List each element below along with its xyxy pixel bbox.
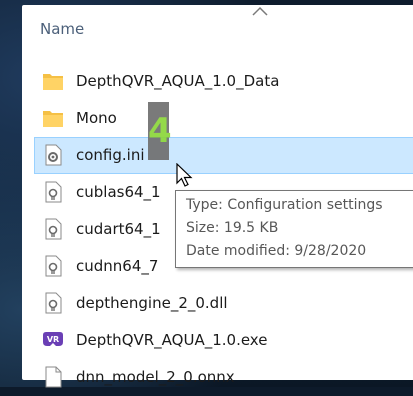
mouse-cursor-icon [176,163,193,187]
step-number: 4 [148,111,172,151]
file-row-depthengine[interactable]: depthengine_2_0.dll [22,285,413,322]
file-name: cudnn64_7 [76,257,159,275]
file-name: DepthQVR_AQUA_1.0_Data [76,72,280,90]
file-name: cudart64_1 [76,220,161,238]
dll-file-icon [45,255,62,277]
chevron-up-icon [252,6,268,16]
file-row-data-folder[interactable]: DepthQVR_AQUA_1.0_Data [22,63,413,100]
folder-icon [43,74,63,90]
file-row-mono-folder[interactable]: Mono [22,100,413,137]
folder-icon [43,111,63,127]
dll-file-icon [45,292,62,314]
file-name: cublas64_1 [76,183,161,201]
tooltip-date-modified: Date modified: 9/28/2020 [186,243,367,259]
svg-text:VR: VR [47,335,59,344]
file-info-tooltip: Type: Configuration settings Size: 19.5 … [175,190,413,268]
file-name: DepthQVR_AQUA_1.0.exe [76,331,268,349]
file-row-config-ini[interactable]: config.ini [34,137,413,174]
file-name: dnn_model_2_0.onnx [76,368,235,386]
file-row-onnx[interactable]: dnn_model_2_0.onnx [22,359,413,396]
config-file-icon [45,144,62,166]
step-number-badge: 4 [148,102,172,160]
file-name: config.ini [76,146,145,164]
tooltip-size: Size: 19.5 KB [186,220,279,236]
tooltip-type: Type: Configuration settings [186,197,383,213]
generic-file-icon [45,366,62,388]
column-header-row[interactable]: Name [22,5,413,53]
file-name: Mono [76,109,117,127]
name-column-header[interactable]: Name [40,20,84,38]
dll-file-icon [45,218,62,240]
file-name: depthengine_2_0.dll [76,294,228,312]
file-row-exe[interactable]: VR DepthQVR_AQUA_1.0.exe [22,322,413,359]
vr-app-icon: VR [43,332,63,346]
dll-file-icon [45,181,62,203]
